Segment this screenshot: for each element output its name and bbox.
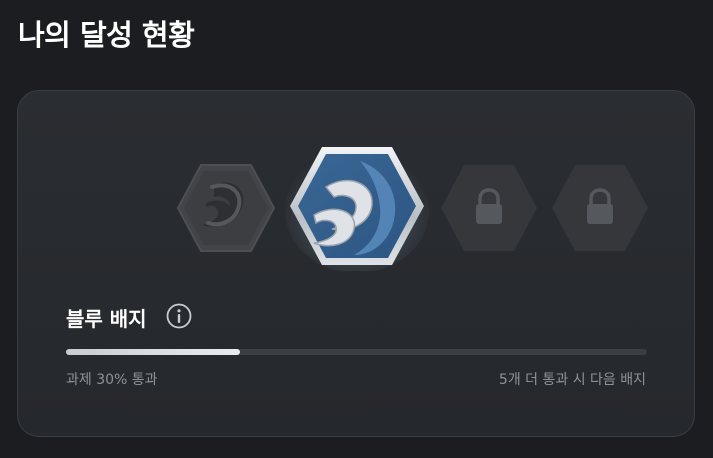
progress-status-text: 과제 30% 통과 [66,372,158,388]
badge-name: 블루 배지 [66,307,147,331]
progress-bar-fill [66,349,241,355]
page-title: 나의 달성 현황 [18,18,195,52]
wave-emblem-icon [176,164,276,252]
badge-carousel[interactable] [18,91,694,291]
achievement-card: 블루 배지 과제 30% 통과 5개 더 통과 시 다음 배지 [17,90,695,437]
progress-bar [66,349,647,355]
badge-locked[interactable] [550,163,650,253]
wave-emblem-icon [285,147,429,271]
next-badge-hint: 5개 더 통과 시 다음 배지 [498,372,646,388]
info-icon[interactable] [166,303,192,329]
badge-earned[interactable] [176,163,276,253]
badge-locked[interactable] [439,163,539,253]
badge-current[interactable] [284,141,430,271]
